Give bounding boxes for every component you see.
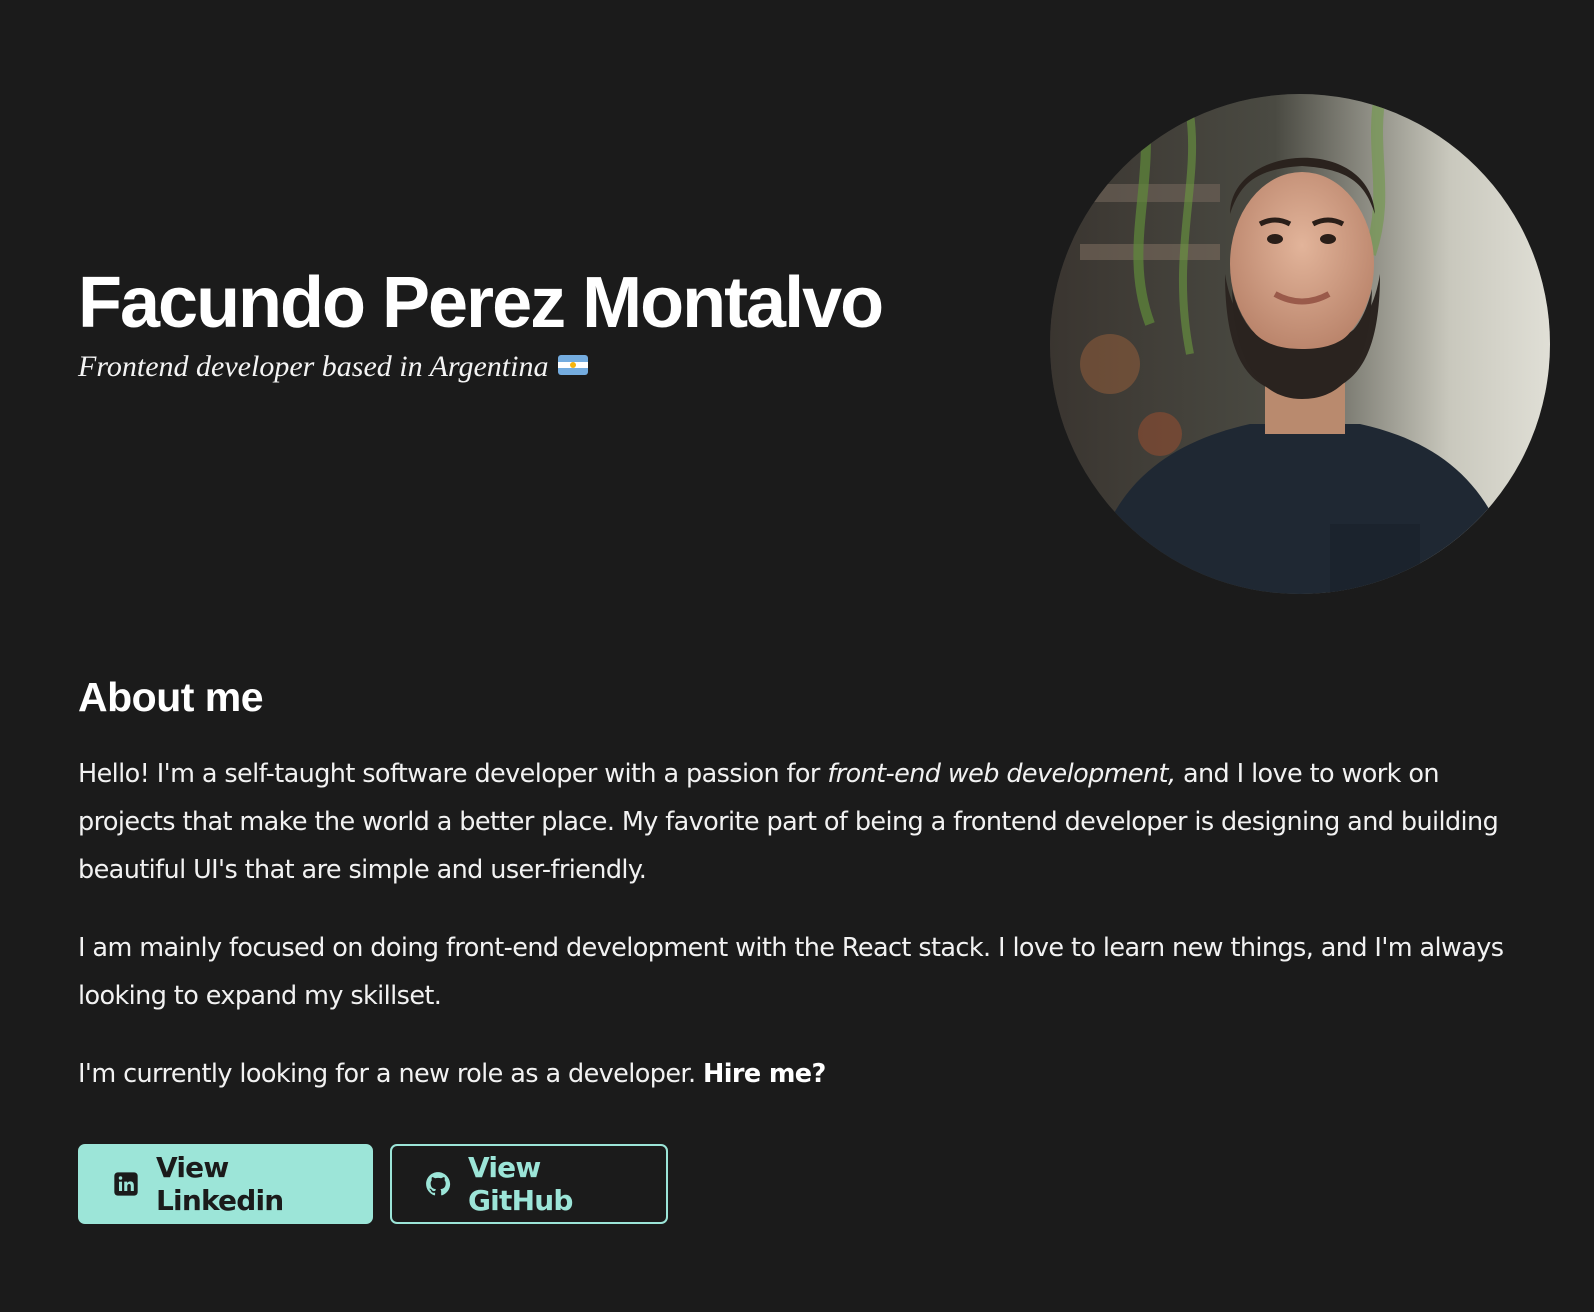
social-buttons: View Linkedin View GitHub <box>78 1144 668 1224</box>
tagline: Frontend developer based in Argentina <box>78 350 978 384</box>
view-github-button[interactable]: View GitHub <box>390 1144 668 1224</box>
about-heading: About me <box>78 674 264 720</box>
about-p1-emphasis: front-end web development, <box>827 759 1176 789</box>
argentina-flag-icon <box>558 355 589 375</box>
about-paragraph-2: I am mainly focused on doing front-end d… <box>78 933 1504 1011</box>
github-icon <box>424 1170 452 1198</box>
github-button-label: View GitHub <box>468 1151 573 1217</box>
linkedin-icon <box>112 1170 140 1198</box>
about-section: About me Hello! I'm a self-taught softwa… <box>78 672 1538 1098</box>
page-title: Facundo Perez Montalvo <box>78 263 884 343</box>
tagline-text: Frontend developer based in Argentina <box>78 350 549 383</box>
profile-photo <box>1050 94 1550 594</box>
linkedin-button-label: View Linkedin <box>156 1151 284 1217</box>
about-paragraph-1: Hello! I'm a self-taught software develo… <box>78 750 1538 894</box>
view-linkedin-button[interactable]: View Linkedin <box>78 1144 373 1224</box>
about-p1-text: Hello! I'm a self-taught software develo… <box>78 759 828 789</box>
about-paragraph-3: I'm currently looking for a new role as … <box>78 1050 1538 1098</box>
about-p3-text: I'm currently looking for a new role as … <box>78 1059 703 1089</box>
hero-section: Facundo Perez Montalvo Frontend develope… <box>78 258 978 384</box>
portfolio-page: Facundo Perez Montalvo Frontend develope… <box>0 0 1594 1312</box>
hire-me-text: Hire me? <box>702 1059 826 1089</box>
